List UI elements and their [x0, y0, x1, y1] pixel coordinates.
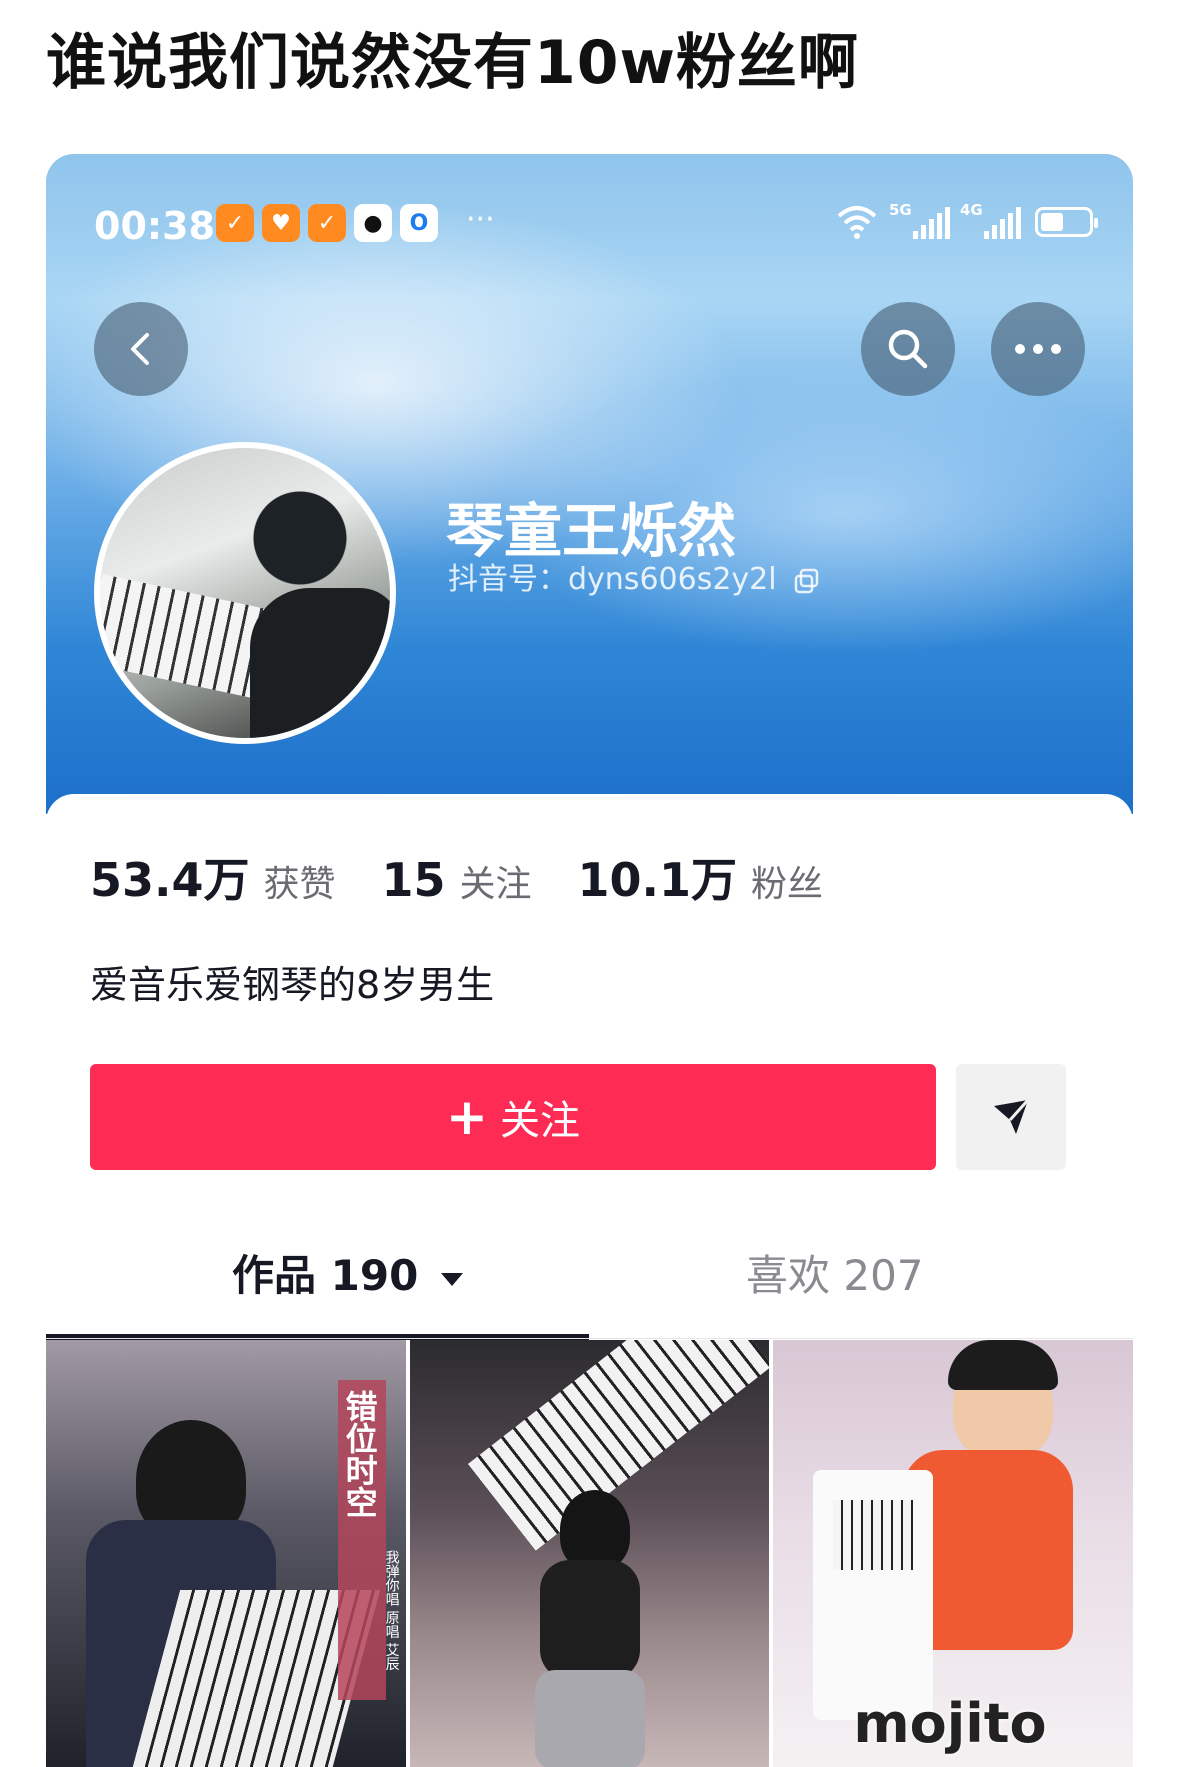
- video-thumbnail[interactable]: mojito: [773, 1340, 1133, 1767]
- signal-4g-icon: 4G: [960, 201, 1021, 239]
- video-thumbnail[interactable]: 错位时空 我弹你唱 原唱 艾辰: [46, 1340, 406, 1767]
- signal-4g-label: 4G: [960, 201, 983, 219]
- dropdown-icon[interactable]: [439, 1269, 465, 1289]
- phone-screenshot: 00:38 ✓ ♥ ✓ ● O ··· 5G 4G 琴童王烁然 抖音号：dyns…: [46, 154, 1133, 1767]
- avatar-silhouette: [250, 588, 390, 738]
- video-thumbnail[interactable]: [409, 1340, 770, 1767]
- tab-works-label: 作品 190: [232, 1251, 419, 1300]
- video-person-hair: [948, 1340, 1059, 1390]
- video-grid: 错位时空 我弹你唱 原唱 艾辰 mojito: [46, 1340, 1133, 1767]
- signal-5g-icon: 5G: [889, 201, 950, 239]
- profile-banner: 00:38 ✓ ♥ ✓ ● O ··· 5G 4G 琴童王烁然 抖音号：dyns…: [46, 154, 1133, 814]
- more-icon: [1015, 344, 1061, 354]
- video-person-legs: [534, 1670, 645, 1767]
- status-time: 00:38: [94, 204, 215, 248]
- likes-label: 获赞: [263, 864, 336, 905]
- following-count[interactable]: 15: [382, 853, 446, 907]
- follow-label: 关注: [499, 1098, 580, 1144]
- wifi-icon: [837, 206, 877, 239]
- video-person-body: [539, 1560, 640, 1680]
- message-button[interactable]: [956, 1064, 1066, 1170]
- browser-icon: O: [400, 204, 438, 242]
- post-title: 谁说我们说然没有10w粉丝啊: [46, 28, 859, 98]
- qq-icon: ●: [354, 204, 392, 242]
- follow-button[interactable]: + 关注: [90, 1064, 936, 1170]
- more-button[interactable]: [991, 302, 1085, 396]
- video-cover-subtitle: 我弹你唱 原唱 艾辰: [383, 1550, 400, 1671]
- video-melodica: [833, 1500, 914, 1570]
- followers-label[interactable]: 粉丝: [751, 855, 823, 907]
- video-cover-title: mojito: [853, 1692, 1047, 1755]
- stats-row: 53.4万 获赞 15 关注 10.1万 粉丝: [90, 844, 869, 910]
- status-more-icon: ···: [466, 202, 495, 237]
- following-label[interactable]: 关注: [460, 855, 532, 907]
- likes-count: 53.4万: [90, 853, 250, 907]
- avatar[interactable]: [94, 442, 396, 744]
- tab-likes[interactable]: 喜欢 207: [746, 1242, 924, 1303]
- app-notification-icon: ✓: [308, 204, 346, 242]
- signal-5g-label: 5G: [889, 201, 912, 219]
- notification-icons: ✓ ♥ ✓ ● O: [216, 204, 438, 242]
- search-icon: [888, 329, 928, 369]
- plus-icon: +: [446, 1088, 488, 1146]
- send-icon: [994, 1098, 1030, 1134]
- douyin-id[interactable]: 抖音号：dyns606s2y2l: [448, 554, 820, 598]
- video-cover-title: 错位时空: [340, 1390, 379, 1518]
- copy-icon[interactable]: [794, 568, 820, 594]
- tab-works[interactable]: 作品 190: [232, 1242, 465, 1303]
- douyin-id-text: 抖音号：dyns606s2y2l: [448, 562, 777, 597]
- battery-icon: [1035, 207, 1098, 237]
- profile-sheet: 53.4万 获赞 15 关注 10.1万 粉丝 爱音乐爱钢琴的8岁男生 + 关注…: [46, 794, 1133, 1767]
- status-right: 5G 4G: [835, 201, 1098, 240]
- followers-count[interactable]: 10.1万: [578, 844, 738, 910]
- profile-bio: 爱音乐爱钢琴的8岁男生: [90, 963, 495, 1007]
- back-icon: [131, 333, 149, 365]
- video-person: [559, 1490, 630, 1570]
- tab-divider: [46, 1338, 1133, 1339]
- search-button[interactable]: [861, 302, 955, 396]
- app-notification-icon: ✓: [216, 204, 254, 242]
- content-tabs: 作品 190 喜欢 207: [46, 1184, 1133, 1344]
- heart-app-icon: ♥: [262, 204, 300, 242]
- back-button[interactable]: [94, 302, 188, 396]
